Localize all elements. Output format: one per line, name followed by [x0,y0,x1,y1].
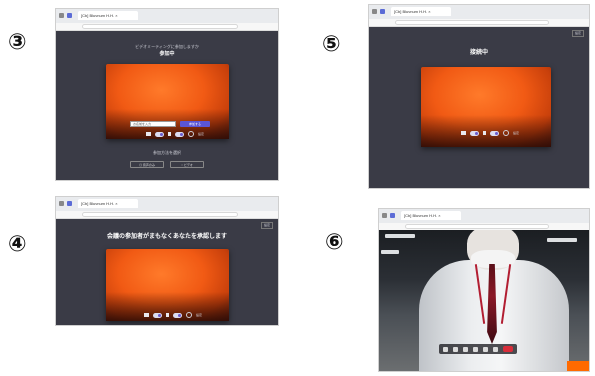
settings-button[interactable]: 設定 [260,222,273,229]
screenshot-step-3: [Cb] Bluvnum H.H. × ビデオミーティングに参加しますか 参加中… [55,8,279,181]
settings-button[interactable]: 設定 [571,30,584,37]
join-method-heading: 参加方法を選択 [153,150,181,155]
camera-toggle[interactable] [155,131,164,137]
self-preview-thumbnail [567,361,589,371]
chat-icon[interactable] [483,346,488,352]
more-icon[interactable] [473,346,478,352]
live-video-feed [379,230,589,371]
option-audio-only[interactable]: ◎ 音声のみ [130,161,164,168]
tab-icon [67,13,72,18]
browser-chrome: [Cb] Bluvnum H.H. × [56,9,278,24]
call-toolbar [439,344,517,354]
mic-toggle[interactable] [173,312,182,318]
camera-toggle[interactable] [470,130,479,136]
preview-controls: 設定 [146,131,204,137]
mic-toggle[interactable] [175,131,184,137]
url-field[interactable] [82,24,238,29]
browser-chrome: [Cb] Bluvnum H.H. × [369,5,589,20]
address-bar[interactable] [56,211,278,219]
browser-chrome: [Cb] Bluvnum H.H. × [56,197,278,212]
step-number-3: ③ [8,30,27,55]
ceiling-light [381,250,399,254]
settings-label: 設定 [198,132,205,136]
address-bar[interactable] [369,19,589,27]
tab-icon [67,201,72,206]
gear-icon[interactable] [188,131,194,137]
preview-controls: 設定 [461,130,519,136]
url-field[interactable] [82,212,238,217]
mic-toggle[interactable] [490,130,499,136]
browser-tab[interactable]: [Cb] Bluvnum H.H. × [401,211,461,220]
window-icon [59,13,64,18]
url-field[interactable] [405,224,549,229]
window-icon [372,9,377,14]
camera-preview [106,64,229,139]
browser-tab[interactable]: [Cb] Bluvnum H.H. × [391,7,451,16]
name-input[interactable]: お名前を入力 [130,121,176,127]
settings-label: 設定 [196,313,203,317]
address-bar[interactable] [56,23,278,31]
waiting-message: 会議の参加者がまもなくあなたを承認します [106,234,227,240]
window-icon [382,213,387,218]
connecting-title: 接続中 [469,50,488,56]
url-field[interactable] [395,20,549,25]
step-number-6: ⑥ [325,230,344,255]
join-button[interactable]: 参加する [180,121,210,127]
gear-icon[interactable] [186,312,192,318]
camera-toggle[interactable] [153,312,162,318]
mic-icon[interactable] [463,346,468,352]
option-video[interactable]: ○ ビデオ [170,161,204,168]
camera-icon[interactable] [453,346,458,352]
settings-label: 設定 [513,131,520,135]
tab-icon [380,9,385,14]
self-view-icon[interactable] [443,346,448,352]
mic-icon [168,132,171,136]
page-title: 参加中 [159,51,175,57]
camera-preview [106,249,229,321]
mic-icon [483,131,486,135]
screenshot-step-6: [Cb] Bluvnum H.H. × [378,208,590,372]
tab-icon [390,213,395,218]
screenshot-step-5: [Cb] Bluvnum H.H. × 設定 接続中 設定 [368,4,590,189]
window-icon [59,201,64,206]
camera-icon [144,313,149,317]
mic-icon [166,313,169,317]
browser-tab[interactable]: [Cb] Bluvnum H.H. × [78,11,138,20]
browser-chrome: [Cb] Bluvnum H.H. × [379,209,589,224]
ceiling-light [547,238,577,242]
step-number-5: ⑤ [322,32,341,57]
ceiling-light [385,234,415,238]
browser-tab[interactable]: [Cb] Bluvnum H.H. × [78,199,138,208]
step-number-4: ④ [8,232,27,257]
participants-icon[interactable] [493,346,498,352]
preview-controls: 設定 [144,312,202,318]
screenshot-step-4: [Cb] Bluvnum H.H. × 設定 会議の参加者がまもなくあなたを承認… [55,196,279,326]
camera-icon [146,132,151,136]
hang-up-button[interactable] [503,346,513,352]
camera-icon [461,131,466,135]
gear-icon[interactable] [503,130,509,136]
